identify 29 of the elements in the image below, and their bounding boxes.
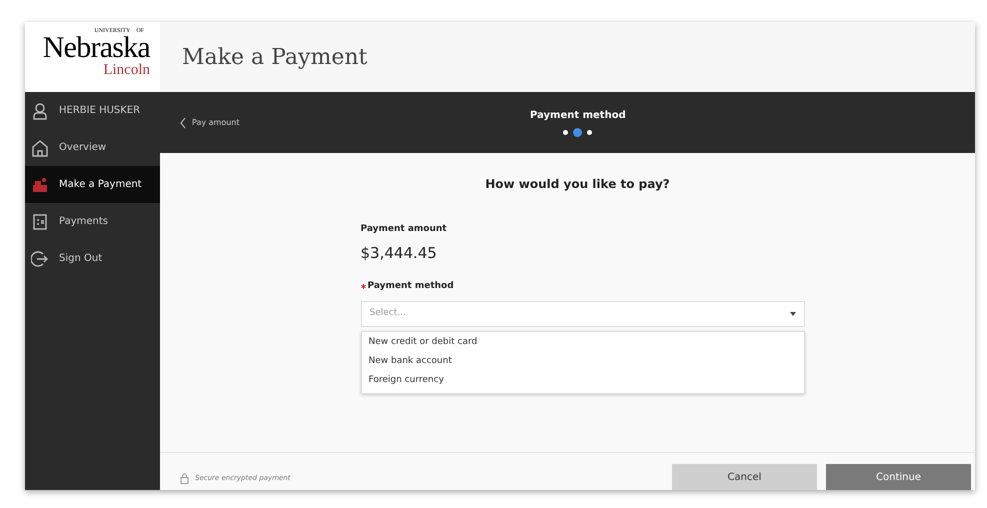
dropdown-option[interactable]: Foreign currency	[362, 372, 804, 390]
logo-wordmark: Nebraska	[42, 34, 150, 62]
sidebar-item[interactable]: HERBIE HUSKER	[25, 92, 160, 129]
house-icon	[31, 138, 49, 156]
receipt-icon	[31, 212, 49, 230]
back-link[interactable]: Pay amount	[180, 116, 240, 128]
question-heading: How would you like to pay?	[485, 176, 670, 193]
field-label: Payment method	[368, 280, 454, 293]
select-placeholder[interactable]: Select...	[370, 306, 570, 320]
page-title: Make a Payment	[182, 44, 368, 72]
step-title: Payment method	[530, 109, 626, 123]
cash-register-icon	[31, 176, 49, 194]
logo-campus: Lincoln	[103, 62, 150, 78]
sidebar-item[interactable]: Sign Out	[25, 240, 160, 277]
cancel-button[interactable]: Cancel	[672, 464, 817, 490]
chevron-left-icon	[180, 116, 186, 128]
payment-amount: $3,444.45	[360, 242, 438, 264]
sign-out-icon	[31, 250, 49, 268]
field-label: Payment amount	[360, 223, 448, 236]
dropdown-option[interactable]: New bank account	[362, 352, 804, 372]
caret-down-icon	[790, 312, 796, 316]
payment-method-dropdown[interactable]: Select...	[360, 300, 804, 326]
sidebar-item[interactable]: Payments	[25, 203, 160, 240]
continue-button[interactable]: Continue	[826, 464, 971, 490]
person-icon	[31, 102, 49, 120]
sidebar-item[interactable]: Overview	[25, 129, 160, 166]
sidebar-item[interactable]: Make a Payment	[25, 166, 160, 203]
padlock-icon	[180, 473, 189, 484]
dropdown-option[interactable]: New credit or debit card	[362, 334, 804, 352]
